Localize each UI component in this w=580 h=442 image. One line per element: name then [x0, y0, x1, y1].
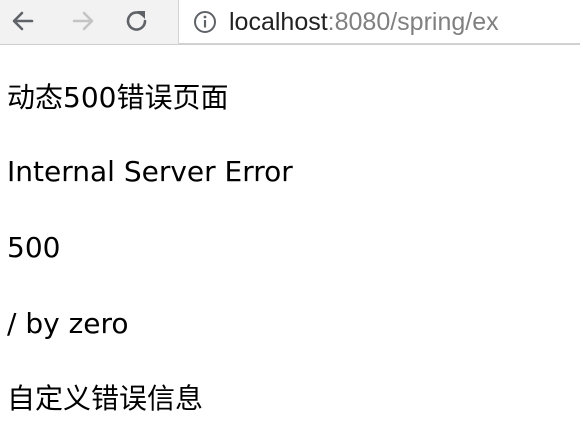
forward-arrow-icon	[72, 11, 94, 31]
reload-icon	[126, 11, 147, 31]
info-icon[interactable]	[193, 10, 217, 34]
back-arrow-icon	[12, 11, 34, 31]
custom-error-message: 自定义错误信息	[7, 382, 204, 415]
forward-button[interactable]	[68, 6, 98, 36]
address-bar[interactable]: localhost:8080/spring/ex	[178, 0, 580, 44]
reload-button[interactable]	[122, 6, 152, 36]
error-text: Internal Server Error	[7, 155, 293, 188]
url-path: :8080/spring/ex	[327, 8, 499, 36]
page-content: 动态500错误页面 Internal Server Error 500 / by…	[0, 45, 580, 442]
url-text[interactable]: localhost:8080/spring/ex	[229, 6, 499, 38]
status-code: 500	[7, 231, 61, 264]
back-button[interactable]	[8, 6, 38, 36]
url-host: localhost	[229, 8, 328, 36]
page-heading: 动态500错误页面	[7, 81, 229, 114]
browser-toolbar: localhost:8080/spring/ex	[0, 0, 580, 45]
error-message: / by zero	[7, 307, 129, 340]
